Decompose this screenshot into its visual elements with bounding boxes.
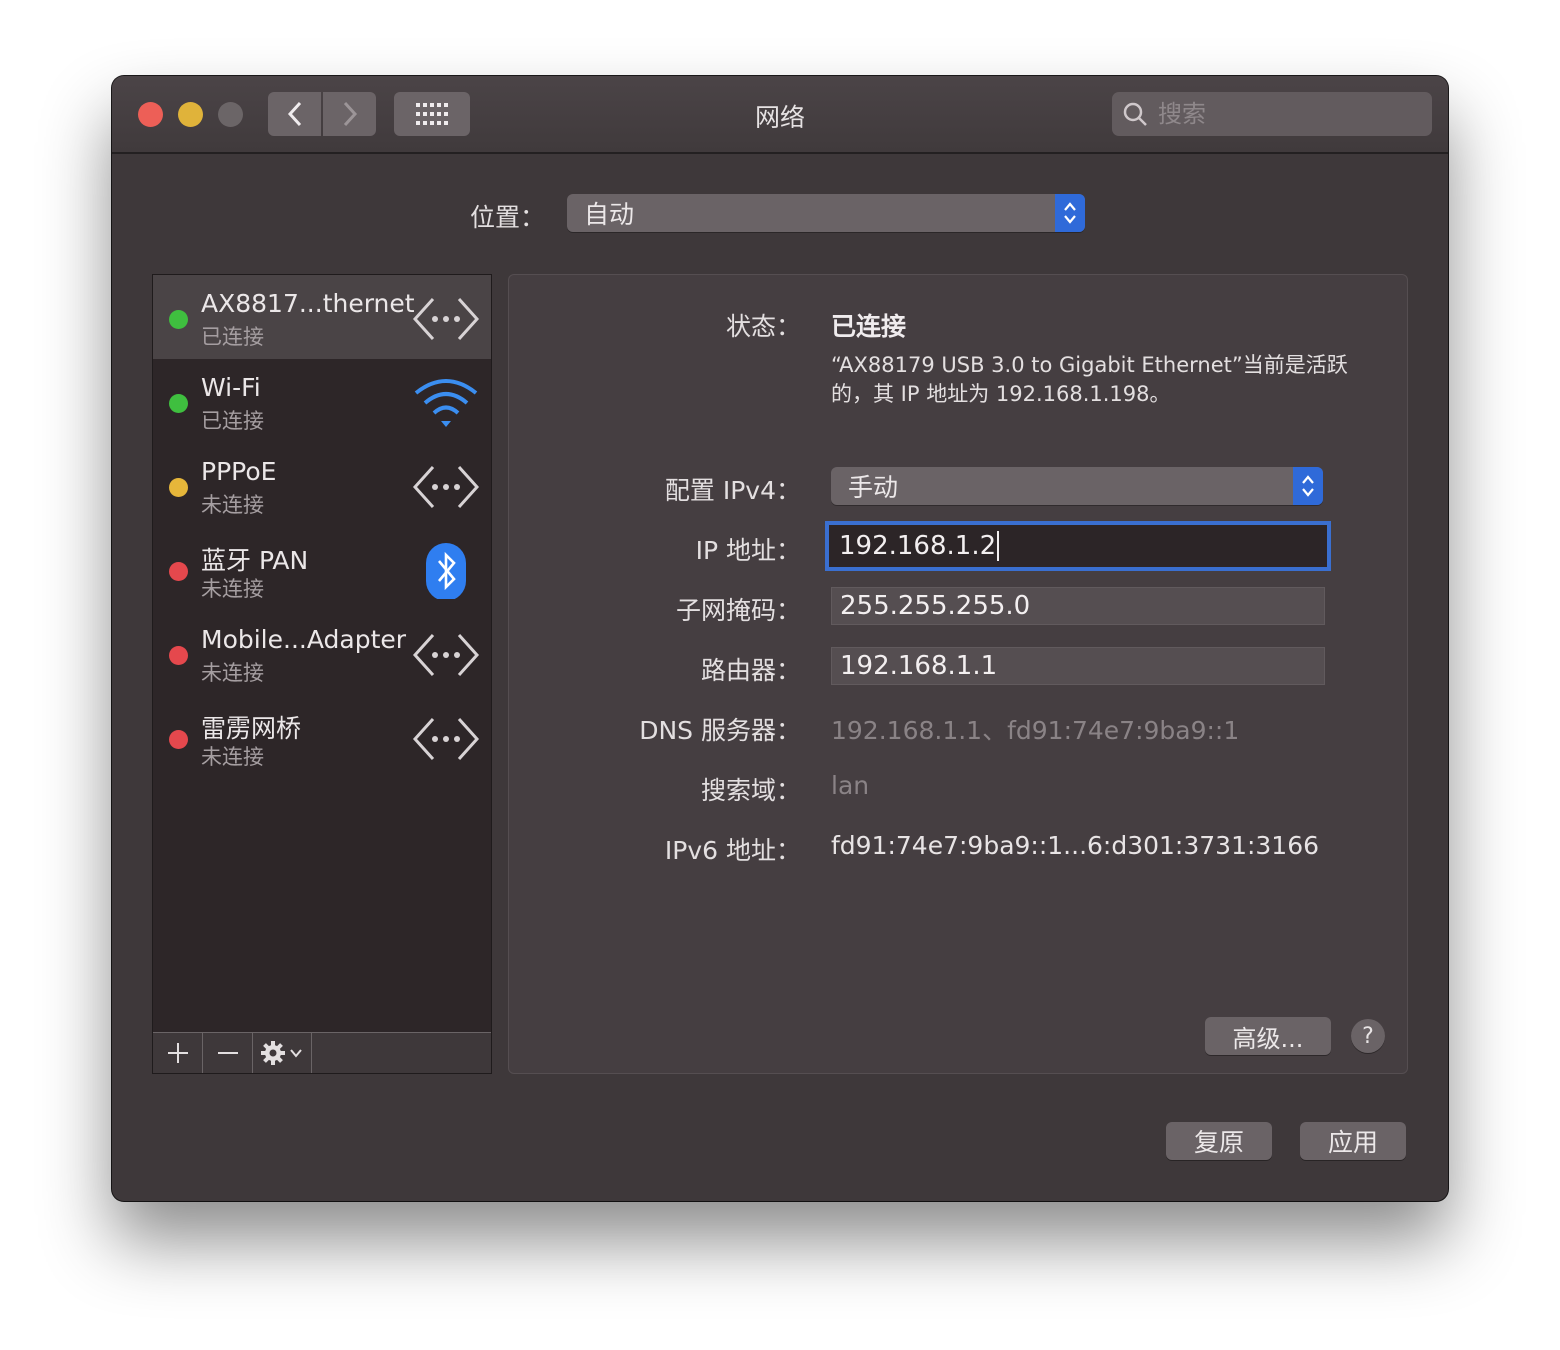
service-item-wifi[interactable]: Wi-Fi 已连接 — [153, 359, 491, 443]
gear-icon — [261, 1041, 302, 1065]
service-status: 未连接 — [201, 493, 264, 517]
service-item-bluetooth-pan[interactable]: 蓝牙 PAN 未连接 — [153, 527, 491, 611]
status-dot — [169, 730, 188, 749]
search-domain-value[interactable]: lan — [831, 771, 869, 800]
ethernet-icon — [412, 633, 480, 677]
search-field[interactable] — [1112, 92, 1432, 136]
status-value: 已连接 — [831, 312, 907, 341]
service-name: Mobile...Adapter — [201, 625, 407, 654]
status-description: “AX88179 USB 3.0 to Gigabit Ethernet”当前是… — [831, 353, 1348, 406]
status-label: 状态： — [725, 312, 801, 341]
subnet-mask-value: 255.255.255.0 — [840, 591, 1031, 621]
subnet-mask-label: 子网掩码： — [675, 596, 801, 625]
ethernet-icon — [412, 465, 480, 509]
minus-icon — [217, 1052, 238, 1054]
service-list-toolbar — [153, 1032, 491, 1073]
subnet-mask-field[interactable]: 255.255.255.0 — [831, 587, 1325, 625]
service-status: 未连接 — [201, 661, 264, 685]
wifi-icon — [414, 379, 478, 427]
status-dot — [169, 562, 188, 581]
service-item-ax8817[interactable]: AX8817...thernet 已连接 — [153, 275, 491, 359]
status-dot — [169, 646, 188, 665]
configure-ipv4-label: 配置 IPv4： — [664, 476, 801, 505]
help-button[interactable]: ? — [1351, 1019, 1385, 1053]
service-item-thunderbolt-bridge[interactable]: 雷雳网桥 未连接 — [153, 695, 491, 779]
location-popup[interactable]: 自动 — [567, 194, 1085, 232]
service-name: 雷雳网桥 — [201, 714, 302, 743]
service-status: 已连接 — [201, 325, 264, 349]
advanced-button[interactable]: 高级... — [1205, 1017, 1331, 1055]
plus-icon — [167, 1043, 188, 1063]
service-detail-panel: 状态： 已连接 “AX88179 USB 3.0 to Gigabit Ethe… — [508, 274, 1408, 1074]
bluetooth-icon — [426, 543, 466, 599]
apply-button[interactable]: 应用 — [1300, 1122, 1406, 1160]
ethernet-icon — [412, 297, 480, 341]
location-value: 自动 — [584, 200, 635, 229]
popup-arrows-icon — [1293, 467, 1323, 505]
service-status: 未连接 — [201, 577, 264, 601]
status-dot — [169, 478, 188, 497]
add-service-button[interactable] — [153, 1033, 203, 1073]
ip-address-field[interactable]: 192.168.1.2 — [825, 521, 1331, 571]
title-bar: 网络 — [112, 76, 1448, 154]
ip-address-label: IP 地址： — [695, 536, 801, 565]
service-name: AX8817...thernet — [201, 289, 415, 318]
service-item-pppoe[interactable]: PPPoE 未连接 — [153, 443, 491, 527]
service-name: 蓝牙 PAN — [201, 546, 309, 575]
action-menu-button[interactable] — [253, 1033, 312, 1073]
search-domain-label: 搜索域： — [700, 776, 801, 805]
status-dot — [169, 310, 188, 329]
search-icon — [1123, 102, 1147, 126]
service-status: 未连接 — [201, 745, 264, 769]
configure-ipv4-value: 手动 — [848, 473, 899, 502]
location-label: 位置： — [470, 203, 546, 232]
ip-address-value: 192.168.1.2 — [839, 531, 997, 561]
router-label: 路由器： — [700, 656, 801, 685]
ethernet-icon — [412, 717, 480, 761]
status-dot — [169, 394, 188, 413]
service-list[interactable]: AX8817...thernet 已连接 Wi-Fi 已连接 PPPoE 未连接… — [152, 274, 492, 1074]
ipv6-address-label: IPv6 地址： — [664, 836, 801, 865]
dns-server-label: DNS 服务器： — [639, 716, 801, 745]
router-value: 192.168.1.1 — [840, 651, 998, 681]
text-caret — [997, 531, 1000, 561]
ipv6-address-value: fd91:74e7:9ba9::1...6:d301:3731:3166 — [831, 831, 1320, 860]
configure-ipv4-popup[interactable]: 手动 — [831, 467, 1323, 505]
router-field[interactable]: 192.168.1.1 — [831, 647, 1325, 685]
dns-server-value[interactable]: 192.168.1.1、fd91:74e7:9ba9::1 — [831, 711, 1239, 747]
popup-arrows-icon — [1055, 194, 1085, 232]
revert-button[interactable]: 复原 — [1166, 1122, 1272, 1160]
service-item-mobile-adapter[interactable]: Mobile...Adapter 未连接 — [153, 611, 491, 695]
service-name: PPPoE — [201, 457, 277, 486]
search-input[interactable] — [1156, 99, 1420, 129]
service-status: 已连接 — [201, 409, 264, 433]
network-preferences-window: 网络 位置： 自动 AX8817...thernet 已连接 Wi-Fi 已连接… — [112, 76, 1448, 1201]
service-name: Wi-Fi — [201, 373, 261, 402]
remove-service-button[interactable] — [203, 1033, 253, 1073]
